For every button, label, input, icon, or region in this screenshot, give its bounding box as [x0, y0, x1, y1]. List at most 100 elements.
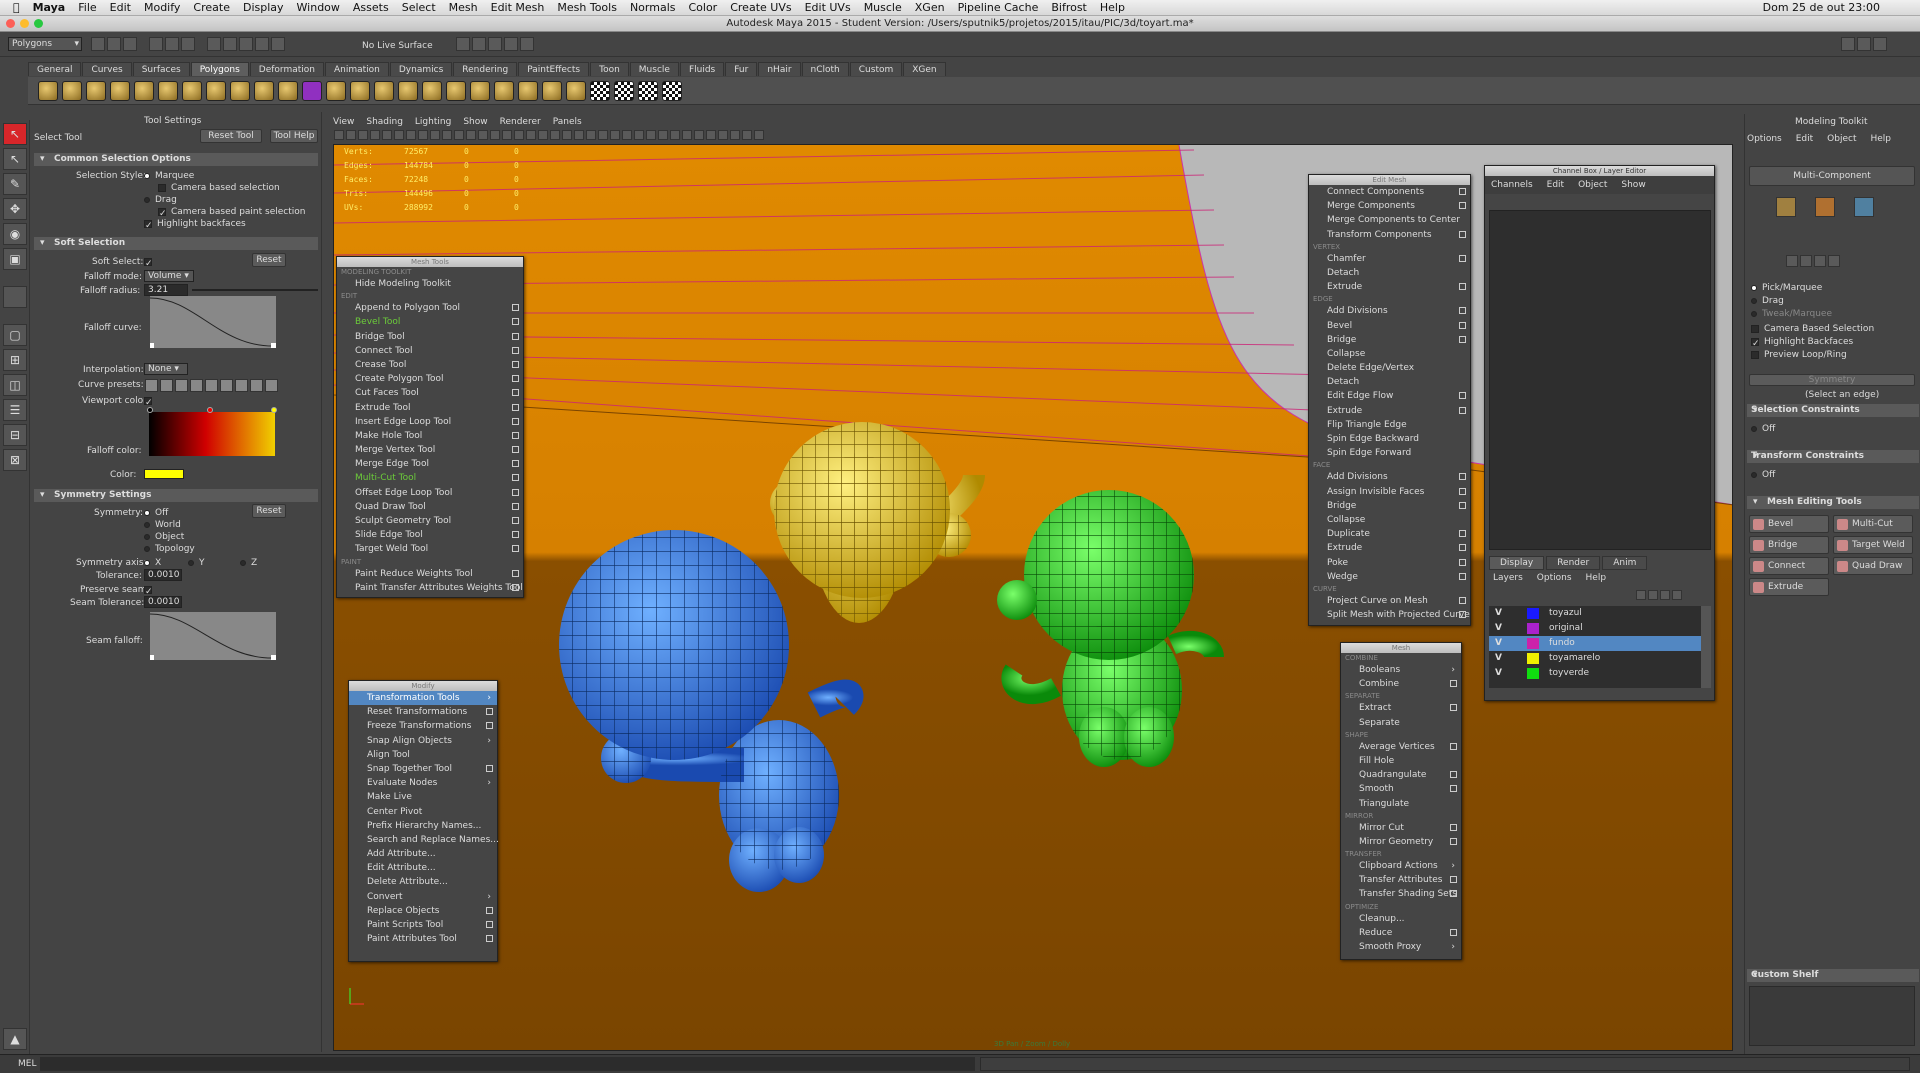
viewport-toolbar-icon[interactable]: [610, 130, 620, 140]
menu-item[interactable]: Flip Triangle Edge: [1309, 418, 1470, 432]
menu-edit-mesh[interactable]: Edit Mesh: [491, 1, 545, 14]
select-object-icon[interactable]: [164, 37, 179, 51]
viewport-toolbar-icon[interactable]: [586, 130, 596, 140]
menu-item[interactable]: Extrude: [1309, 541, 1470, 555]
select-hierarchy-icon[interactable]: [148, 37, 163, 51]
menu-item[interactable]: Align Tool: [349, 748, 497, 762]
option-box-icon[interactable]: [486, 906, 493, 914]
shelf-tool-icon[interactable]: [62, 80, 82, 101]
menu-item[interactable]: Connect Components: [1309, 185, 1470, 199]
layer-row[interactable]: Vtoyamarelo: [1489, 651, 1701, 666]
selection-constraints-section[interactable]: Selection Constraints: [1747, 404, 1919, 417]
common-selection-section[interactable]: Common Selection Options: [34, 153, 318, 166]
preview-loop-checkbox[interactable]: Preview Loop/Ring: [1751, 350, 1847, 360]
option-box-icon[interactable]: [1459, 392, 1466, 400]
menu-item[interactable]: Bridge Tool: [337, 330, 523, 344]
new-layer-selected-icon[interactable]: [1648, 590, 1658, 600]
menu-item[interactable]: Create Polygon Tool: [337, 372, 523, 386]
menu-item[interactable]: Sculpt Geometry Tool: [337, 514, 523, 528]
shelf-tool-icon[interactable]: [494, 80, 514, 101]
viewport-toolbar-icon[interactable]: [490, 130, 500, 140]
menu-item[interactable]: Bridge: [1309, 333, 1470, 347]
highlight-backfaces-checkbox[interactable]: ✓ Highlight Backfaces: [1751, 337, 1853, 349]
menu-item[interactable]: Prefix Hierarchy Names...: [349, 819, 497, 833]
shelf-tab-polygons[interactable]: Polygons: [190, 62, 249, 76]
menu-item[interactable]: Multi-Cut Tool: [337, 471, 523, 485]
option-box-icon[interactable]: [1459, 230, 1466, 238]
menu-item[interactable]: Collapse: [1309, 347, 1470, 361]
channel-menu-edit[interactable]: Edit: [1547, 180, 1564, 190]
viewport-toolbar-icon[interactable]: [334, 130, 344, 140]
layout-two-icon[interactable]: ◫: [3, 374, 27, 396]
menu-item[interactable]: Paint Scripts Tool: [349, 918, 497, 932]
shelf-tool-icon[interactable]: [542, 80, 562, 101]
symmetry-reset-button[interactable]: Reset: [252, 504, 286, 518]
color-swatch[interactable]: [144, 469, 184, 479]
render-view-icon[interactable]: [456, 37, 470, 51]
camera-based-checkbox[interactable]: Camera based selection: [158, 183, 280, 193]
scale-icon[interactable]: [1828, 255, 1840, 267]
multi-component-button[interactable]: Multi-Component: [1749, 166, 1915, 186]
option-box-icon[interactable]: [512, 417, 519, 425]
menu-color[interactable]: Color: [688, 1, 717, 14]
menu-item[interactable]: Reduce: [1341, 926, 1461, 940]
shelf-tool-icon[interactable]: [302, 80, 322, 101]
shelf-tool-icon[interactable]: [422, 80, 442, 101]
option-box-icon[interactable]: [1450, 837, 1457, 845]
shelf-tab-rendering[interactable]: Rendering: [453, 62, 518, 76]
layer-row[interactable]: Voriginal: [1489, 621, 1701, 636]
mesh-editing-tools-section[interactable]: Mesh Editing Tools: [1747, 496, 1919, 509]
shelf-tab-deformation[interactable]: Deformation: [249, 62, 324, 76]
option-box-icon[interactable]: [1459, 544, 1466, 552]
viewport-toolbar-icon[interactable]: [550, 130, 560, 140]
layer-visibility-toggle[interactable]: V: [1495, 666, 1502, 681]
viewport-toolbar-icon[interactable]: [346, 130, 356, 140]
select-component-icon[interactable]: [180, 37, 195, 51]
command-input[interactable]: [40, 1057, 975, 1071]
menu-item[interactable]: Clipboard Actions ›: [1341, 859, 1461, 873]
option-box-icon[interactable]: [486, 708, 493, 716]
menu-create-uvs[interactable]: Create UVs: [730, 1, 791, 14]
reset-tool-button[interactable]: Reset Tool: [200, 129, 262, 143]
tolerance-field[interactable]: 0.0010: [144, 569, 182, 581]
layer-menu-options[interactable]: Options: [1537, 573, 1572, 583]
menu-normals[interactable]: Normals: [630, 1, 676, 14]
shelf-tool-icon[interactable]: [182, 80, 202, 101]
transform-constraints-section[interactable]: Transform Constraints: [1747, 450, 1919, 463]
face-mode-icon[interactable]: [1854, 197, 1874, 217]
preset-icon[interactable]: [175, 379, 188, 392]
shelf-tab-muscle[interactable]: Muscle: [629, 62, 679, 76]
option-box-icon[interactable]: [512, 389, 519, 397]
menu-item[interactable]: Duplicate: [1309, 527, 1470, 541]
menu-display[interactable]: Display: [243, 1, 284, 14]
symmetry-topology-radio[interactable]: Topology: [144, 544, 195, 554]
shelf-tool-icon[interactable]: [566, 80, 586, 101]
layer-visibility-toggle[interactable]: V: [1495, 621, 1502, 636]
viewport-toolbar-icon[interactable]: [706, 130, 716, 140]
option-box-icon[interactable]: [1459, 188, 1466, 195]
shelf-tool-icon[interactable]: [134, 80, 154, 101]
layout-graph-icon[interactable]: ⊟: [3, 424, 27, 446]
viewport-toolbar-icon[interactable]: [502, 130, 512, 140]
option-box-icon[interactable]: [512, 545, 519, 553]
menu-item[interactable]: Wedge: [1309, 570, 1470, 584]
new-layer-icon[interactable]: [1636, 590, 1646, 600]
shelf-tab-general[interactable]: General: [28, 62, 82, 76]
shelf-tool-icon[interactable]: [350, 80, 370, 101]
falloff-mode-dropdown[interactable]: Volume ▾: [144, 270, 194, 282]
menu-item[interactable]: Paint Transfer Attributes Weights Tool: [337, 581, 523, 595]
option-box-icon[interactable]: [512, 502, 519, 510]
layer-color-swatch[interactable]: [1527, 608, 1539, 619]
menu-mesh[interactable]: Mesh: [449, 1, 478, 14]
menu-item[interactable]: Quadrangulate: [1341, 768, 1461, 782]
minimize-icon[interactable]: [20, 19, 29, 28]
option-box-icon[interactable]: [1450, 823, 1457, 831]
shelf-tab-curves[interactable]: Curves: [82, 62, 132, 76]
option-box-icon[interactable]: [512, 346, 519, 354]
ipr-render-icon[interactable]: [488, 37, 502, 51]
drag-radio[interactable]: Drag: [144, 195, 177, 205]
viewport-toolbar-icon[interactable]: [478, 130, 488, 140]
seam-tolerance-field[interactable]: 0.0010: [144, 596, 182, 608]
tab-anim[interactable]: Anim: [1602, 556, 1648, 570]
menu-item[interactable]: Search and Replace Names...: [349, 833, 499, 847]
